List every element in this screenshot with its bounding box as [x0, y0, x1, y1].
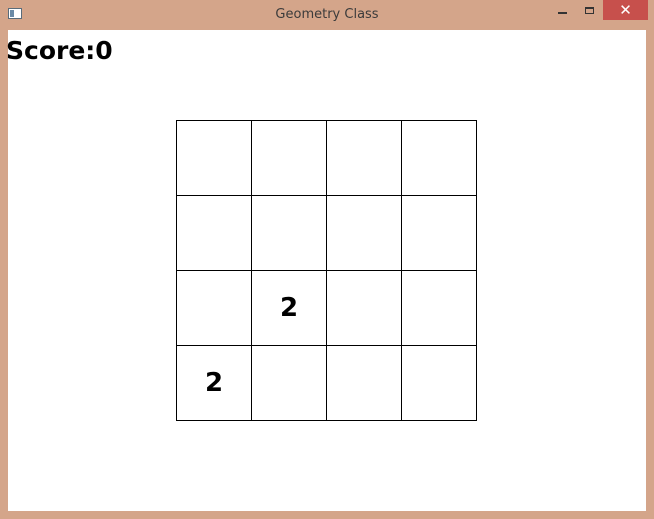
board-cell [402, 121, 477, 196]
board-cell [402, 271, 477, 346]
board-cell [252, 121, 327, 196]
close-button[interactable]: ✕ [603, 0, 648, 20]
board-cell: 2 [252, 271, 327, 346]
board-cell [177, 271, 252, 346]
board-cell [252, 196, 327, 271]
score-label: Score:0 [6, 36, 113, 65]
board-cell: 2 [177, 346, 252, 421]
close-icon: ✕ [619, 1, 632, 19]
board-cell [327, 346, 402, 421]
board-cell [252, 346, 327, 421]
board-cell [402, 196, 477, 271]
board-cell [177, 196, 252, 271]
board-cell [177, 121, 252, 196]
app-window: Geometry Class ✕ Score:0 2 2 [0, 0, 654, 519]
minimize-button[interactable] [548, 0, 576, 20]
maximize-icon [584, 6, 594, 14]
board-cell [402, 346, 477, 421]
board-cell [327, 271, 402, 346]
window-frame-bottom [0, 511, 654, 519]
board-cell [327, 121, 402, 196]
game-area: Score:0 2 2 [6, 30, 646, 511]
maximize-button[interactable] [575, 0, 603, 20]
game-board[interactable]: 2 2 [176, 120, 477, 421]
title-bar[interactable]: Geometry Class ✕ [0, 0, 654, 30]
minimize-icon [557, 12, 567, 14]
board-cell [327, 196, 402, 271]
